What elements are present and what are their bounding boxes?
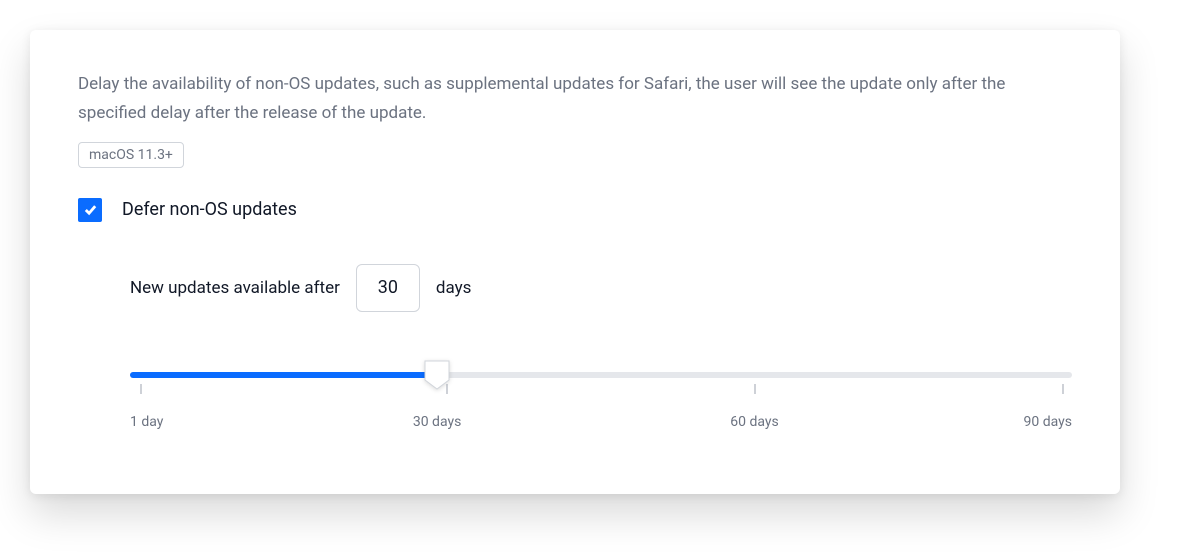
- slider-track: [130, 372, 1072, 378]
- os-requirement-tag: macOS 11.3+: [78, 142, 184, 168]
- slider-ticks: [130, 384, 1072, 396]
- slider-tick: [446, 384, 447, 394]
- defer-settings-group: New updates available after days 1 day 30…: [78, 264, 1072, 434]
- slider-tick-label: 60 days: [730, 414, 778, 430]
- defer-checkbox[interactable]: [78, 198, 102, 222]
- delay-days-input[interactable]: [356, 264, 420, 312]
- defer-checkbox-row: Defer non-OS updates: [78, 198, 1072, 222]
- settings-card: Delay the availability of non-OS updates…: [30, 30, 1120, 494]
- delay-prefix-label: New updates available after: [130, 278, 340, 298]
- slider-tick: [1062, 384, 1063, 394]
- slider-tick: [754, 384, 755, 394]
- delay-input-row: New updates available after days: [130, 264, 1072, 312]
- slider-tick-label: 90 days: [1024, 414, 1072, 430]
- delay-slider[interactable]: 1 day 30 days 60 days 90 days: [130, 372, 1072, 434]
- slider-fill: [130, 372, 437, 378]
- check-icon: [83, 202, 98, 217]
- slider-tick: [141, 384, 142, 394]
- slider-tick-label: 1 day: [130, 414, 163, 430]
- setting-description: Delay the availability of non-OS updates…: [78, 70, 1072, 128]
- defer-checkbox-label: Defer non-OS updates: [122, 199, 297, 220]
- slider-labels: 1 day 30 days 60 days 90 days: [130, 414, 1072, 434]
- slider-tick-label: 30 days: [413, 414, 461, 430]
- delay-unit-label: days: [436, 278, 472, 298]
